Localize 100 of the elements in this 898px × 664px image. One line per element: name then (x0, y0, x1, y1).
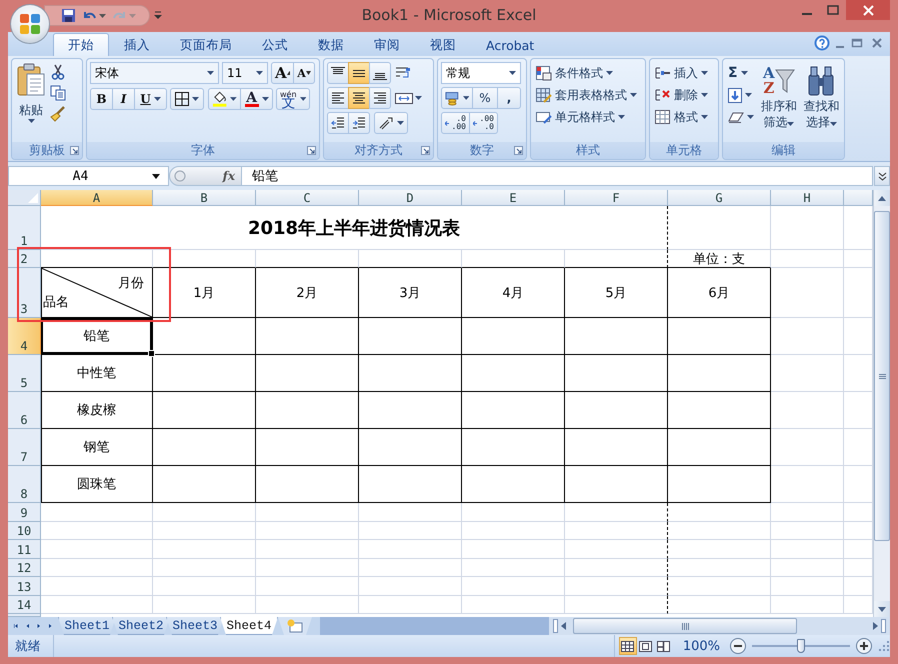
increase-indent-button[interactable] (348, 112, 370, 134)
sheet-tab[interactable]: Sheet2 (112, 617, 170, 635)
ribbon-tab[interactable]: 公式 (247, 33, 303, 56)
row-header[interactable]: 5 (8, 355, 41, 392)
scissors-icon[interactable] (50, 64, 66, 80)
underline-button[interactable]: U (134, 88, 167, 110)
row-header[interactable]: 10 (8, 522, 41, 540)
ribbon-tab[interactable]: 页面布局 (165, 33, 247, 56)
column-header[interactable]: H (771, 190, 844, 206)
comma-button[interactable]: , (497, 87, 521, 109)
row-header[interactable]: 14 (8, 596, 41, 614)
column-header[interactable]: D (359, 190, 462, 206)
column-header[interactable]: E (462, 190, 565, 206)
grow-font-button[interactable]: A (271, 62, 294, 84)
slider-thumb[interactable] (797, 639, 805, 653)
save-button[interactable] (59, 6, 78, 24)
help-icon[interactable] (814, 35, 830, 51)
align-button[interactable] (348, 62, 370, 84)
shrink-font-button[interactable]: A (293, 62, 315, 84)
style-button[interactable]: 条件格式 (534, 62, 639, 84)
row-header[interactable]: 9 (8, 503, 41, 522)
launcher-icon[interactable] (307, 146, 316, 155)
style-button[interactable]: 套用表格格式 (534, 84, 639, 106)
decimal-button[interactable]: .0 .00 (441, 112, 470, 134)
row-header[interactable]: 11 (8, 540, 41, 558)
insert-sheet-button[interactable] (278, 617, 312, 635)
percent-button[interactable]: % (472, 87, 498, 109)
launcher-icon[interactable] (70, 146, 79, 155)
sum-button[interactable]: Σ (726, 62, 756, 84)
zoom-out-button[interactable] (730, 638, 746, 654)
launcher-icon[interactable] (421, 146, 430, 155)
sheet-tab[interactable]: Sheet4 (220, 617, 278, 635)
font-name-field[interactable]: 宋体 (90, 62, 219, 84)
wrap-text-icon[interactable] (395, 66, 411, 80)
nav-arrow-icon[interactable] (14, 622, 18, 630)
table-cell[interactable]: 橡皮檫 (41, 392, 153, 429)
column-header[interactable]: A (41, 190, 153, 206)
zoom-level[interactable]: 100% (678, 638, 724, 654)
column-header[interactable]: G (668, 190, 771, 206)
table-cell[interactable]: 钢笔 (41, 429, 153, 466)
ribbon-tab[interactable]: 插入 (109, 33, 165, 56)
align-button[interactable] (327, 62, 349, 84)
decrease-indent-button[interactable] (327, 112, 349, 134)
fill-color-button[interactable] (208, 88, 241, 110)
table-cell[interactable]: 中性笔 (41, 355, 153, 392)
name-box[interactable]: A4 (8, 166, 169, 186)
view-button[interactable] (618, 637, 637, 655)
close-button[interactable] (846, 0, 890, 20)
decimal-button[interactable]: .00 .0 (469, 112, 498, 134)
vertical-scrollbar[interactable] (873, 190, 890, 617)
column-header[interactable]: F (565, 190, 668, 206)
sort-filter-button[interactable]: A Z 排序和 筛选 (759, 62, 799, 142)
cells-button[interactable]: 删除 (653, 84, 710, 106)
font-color-button[interactable]: A (240, 88, 273, 110)
launcher-icon[interactable] (514, 146, 523, 155)
align-button[interactable] (327, 87, 349, 109)
ribbon-tab[interactable]: 开始 (53, 33, 109, 56)
sheet-tab[interactable]: Sheet1 (58, 617, 116, 635)
currency-button[interactable] (441, 87, 473, 109)
italic-button[interactable]: I (112, 88, 135, 110)
horizontal-scrollbar[interactable] (549, 617, 890, 635)
row-header[interactable]: 2 (8, 250, 41, 268)
orientation-button[interactable] (374, 112, 408, 134)
cells-button[interactable]: 插入 (653, 62, 710, 84)
zoom-in-button[interactable] (856, 638, 872, 654)
borders-button[interactable] (170, 88, 204, 110)
sheet-tab[interactable]: Sheet3 (166, 617, 224, 635)
brush-icon[interactable] (50, 106, 66, 122)
ribbon-tab[interactable]: Acrobat (471, 33, 550, 56)
table-cell[interactable]: 铅笔 (41, 318, 153, 355)
formula-field[interactable]: 铅笔 (242, 166, 873, 186)
expand-button[interactable] (874, 166, 890, 186)
number-format-field[interactable]: 常规 (441, 62, 521, 84)
merge-icon[interactable] (395, 90, 413, 106)
column-header[interactable]: C (256, 190, 359, 206)
table-cell[interactable]: 圆珠笔 (41, 466, 153, 503)
row-header[interactable]: 12 (8, 558, 41, 577)
cells-button[interactable]: 格式 (653, 106, 710, 128)
font-size-field[interactable]: 11 (222, 62, 268, 84)
row-header[interactable]: 8 (8, 466, 41, 503)
align-button[interactable] (348, 87, 370, 109)
style-button[interactable]: 单元格样式 (534, 106, 639, 128)
column-header[interactable]: B (153, 190, 256, 206)
row-header[interactable]: 6 (8, 392, 41, 429)
office-button[interactable] (11, 5, 49, 43)
paste-button[interactable]: 粘贴 (15, 62, 47, 142)
ribbon-tab[interactable]: 数据 (303, 33, 359, 56)
align-button[interactable] (369, 87, 391, 109)
row-header[interactable]: 1 (8, 206, 41, 250)
row-header[interactable]: 4 (8, 318, 41, 355)
phonetic-button[interactable]: wén 文 (276, 88, 310, 110)
row-header[interactable]: 7 (8, 429, 41, 466)
fill-handle[interactable] (148, 350, 155, 357)
insert-function-button[interactable]: fx (222, 169, 235, 183)
ribbon-tab[interactable]: 审阅 (359, 33, 415, 56)
copy-icon[interactable] (50, 85, 66, 101)
restore-icon[interactable] (850, 36, 864, 50)
close-icon[interactable] (870, 36, 884, 50)
row-header[interactable]: 13 (8, 577, 41, 596)
ribbon-tab[interactable]: 视图 (415, 33, 471, 56)
